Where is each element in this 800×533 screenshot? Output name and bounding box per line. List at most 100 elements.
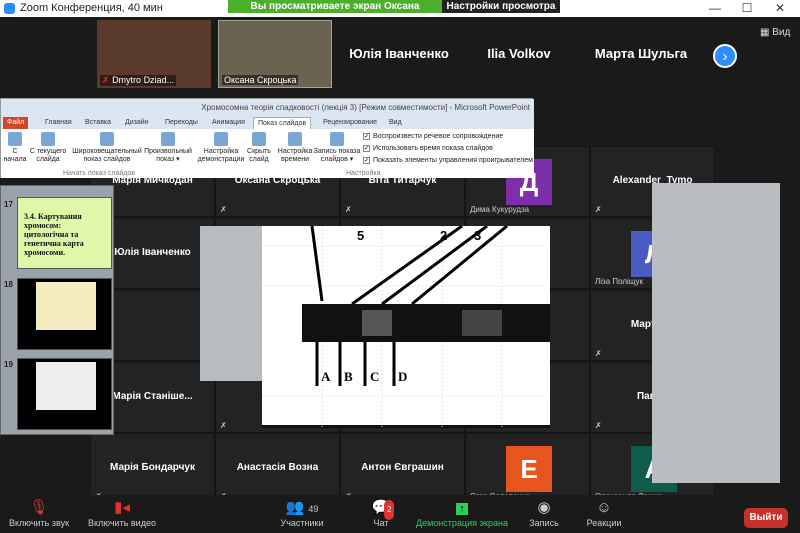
share-arrow-icon: ↑	[412, 498, 512, 518]
checkbox-label: Показать элементы управления проигрывате…	[373, 157, 533, 164]
muted-mic-icon: ✗	[595, 421, 602, 430]
participants-icon: 👥 49	[285, 499, 319, 516]
muted-mic-icon: ✗	[220, 205, 227, 214]
participant-tile[interactable]: Антон Євграшин✗	[340, 433, 465, 504]
muted-mic-icon: ✗	[595, 205, 602, 214]
record-icon: ◉	[537, 499, 551, 516]
start-video-button[interactable]: ▮◂ Включить видео	[84, 498, 160, 528]
record-show-button[interactable]: Запись показа слайдов ▾	[313, 132, 361, 164]
rehearse-timings-button[interactable]: Настройка времени	[277, 132, 313, 164]
reactions-button[interactable]: ☺ Реакции	[582, 498, 626, 528]
custom-show-button[interactable]: Произвольный показ ▾	[143, 132, 193, 164]
band-label: B	[344, 369, 353, 384]
button-label: Широковещательный показ слайдов	[72, 148, 142, 163]
button-label: Запись	[529, 518, 559, 528]
participant-name: Анастасія Возна	[236, 462, 319, 473]
screen-share-banner: Вы просматриваете экран Оксана Скроцька	[228, 0, 442, 25]
tab-animation[interactable]: Анимация	[208, 117, 249, 129]
arrow-label: 3	[474, 228, 481, 243]
video-tile[interactable]: ✗ Dmytro Dziad...	[97, 20, 211, 88]
arrow-label: 2	[440, 228, 447, 243]
tab-transitions[interactable]: Переходы	[161, 117, 202, 129]
chat-icon: 💬 2	[366, 498, 396, 520]
custom-show-icon	[161, 132, 175, 146]
view-settings-button[interactable]: Настройки просмотра ⌄	[442, 0, 560, 25]
chat-button[interactable]: 💬 2 Чат	[366, 498, 396, 528]
checkbox-media-controls[interactable]: ✓ Показать элементы управления проигрыват…	[363, 157, 533, 164]
participant-name: Дима Кукурудза	[470, 205, 530, 214]
muted-mic-icon: ✗	[102, 75, 110, 85]
checkbox-label: Использовать время показа слайдов	[373, 145, 493, 152]
participant-tile[interactable]: Анастасія Возна✗	[215, 433, 340, 504]
maximize-button[interactable]: ☐	[732, 1, 762, 16]
checkbox-narration[interactable]: ✓ Воспроизвести речевое сопровождение	[363, 133, 503, 140]
record-icon	[330, 132, 344, 146]
participant-count: 49	[308, 504, 319, 514]
record-button[interactable]: ◉ Запись	[524, 498, 564, 528]
view-button[interactable]: ▦ Вид	[760, 27, 790, 38]
checkbox-timings[interactable]: ✓ Использовать время показа слайдов	[363, 145, 493, 152]
screen-icon	[41, 132, 55, 146]
avatar: Е	[506, 446, 552, 492]
chromosome-diagram: 5 2 3 A B C D	[262, 224, 550, 428]
tab-design[interactable]: Дизайн	[121, 117, 153, 129]
button-label: Включить видео	[88, 518, 156, 528]
slide-image: 5 2 3 A B C D	[262, 224, 550, 428]
video-off-icon: ▮◂	[114, 499, 130, 516]
hide-slide-button[interactable]: Скрыть слайд	[245, 132, 273, 164]
name-tile[interactable]: Ilia Volkov	[463, 20, 575, 88]
button-label: Демонстрация экрана	[416, 518, 508, 528]
ppt-title: Хромосомна теорія спадковості (лекція 3)…	[1, 99, 534, 116]
arrow-label: 5	[357, 228, 364, 243]
tab-review[interactable]: Рецензирование	[319, 117, 381, 129]
reaction-smiley-icon: ☺	[596, 499, 612, 516]
broadcast-button[interactable]: Широковещательный показ слайдов	[71, 132, 143, 164]
tab-home[interactable]: Главная	[41, 117, 76, 129]
video-tile[interactable]: Оксана Скроцька	[218, 20, 332, 88]
participants-button[interactable]: 👥 49 Участники	[276, 498, 328, 528]
button-label: С начала	[3, 148, 27, 163]
participant-name: Антон Євграшин	[361, 462, 444, 473]
slide-number: 19	[4, 360, 13, 369]
play-screen-icon	[8, 132, 22, 146]
participant-name: Ліза Поліщук	[595, 277, 644, 286]
close-button[interactable]: ✕	[765, 1, 795, 16]
meeting-toolbar: 🎙 Включить звук ▮◂ Включить видео 👥 49 Учас…	[0, 495, 800, 533]
broadcast-icon	[100, 132, 114, 146]
muted-mic-icon: ✗	[595, 349, 602, 358]
slide-frame	[200, 226, 262, 381]
participant-name: Dmytro Dziad...	[112, 75, 175, 85]
timer-screen-icon	[288, 132, 302, 146]
from-beginning-button[interactable]: С начала	[3, 132, 27, 164]
unmute-button[interactable]: 🎙 Включить звук	[6, 498, 72, 528]
button-label: Включить звук	[8, 518, 70, 528]
minimize-button[interactable]: —	[700, 1, 730, 16]
tab-view[interactable]: Вид	[385, 117, 406, 129]
slide-thumbnail-19[interactable]	[17, 358, 112, 430]
leave-button[interactable]: Выйти	[744, 508, 788, 528]
slide-thumbnail-18[interactable]	[17, 278, 112, 350]
powerpoint-window: Хромосомна теорія спадковості (лекція 3)…	[0, 98, 534, 178]
slide-thumbnail-17[interactable]: 3.4. Картування хромосом: цитологічна та…	[17, 197, 112, 269]
band-label: D	[398, 369, 407, 384]
participant-tile[interactable]: Марія Бондарчук✗	[90, 433, 215, 504]
tab-slideshow[interactable]: Показ слайдов	[253, 117, 312, 129]
name-tile[interactable]: Юлія Іванченко	[343, 20, 455, 88]
participant-tile[interactable]: ЕЄгор Селепенко	[465, 433, 590, 504]
share-screen-button[interactable]: ↑ Демонстрация экрана	[412, 498, 512, 528]
button-label: Настройка демонстрации	[197, 148, 245, 163]
zoom-logo-icon	[4, 3, 15, 14]
ribbon-tabs: Файл Главная Вставка Дизайн Переходы Ани…	[1, 116, 534, 129]
name-tile[interactable]: Марта Шульга	[585, 20, 697, 88]
button-label: Запись показа слайдов ▾	[313, 148, 361, 163]
tab-insert[interactable]: Вставка	[81, 117, 115, 129]
hide-slide-icon	[252, 132, 266, 146]
button-label: Участники	[280, 518, 324, 528]
tab-file[interactable]: Файл	[3, 117, 29, 129]
setup-show-button[interactable]: Настройка демонстрации	[197, 132, 245, 164]
from-current-button[interactable]: С текущего слайда	[29, 132, 67, 164]
band-label: C	[370, 369, 379, 384]
slide-number: 18	[4, 280, 13, 289]
next-page-button[interactable]: ›	[713, 44, 737, 68]
window-title: Zoom Конференция, 40 мин	[20, 2, 163, 14]
